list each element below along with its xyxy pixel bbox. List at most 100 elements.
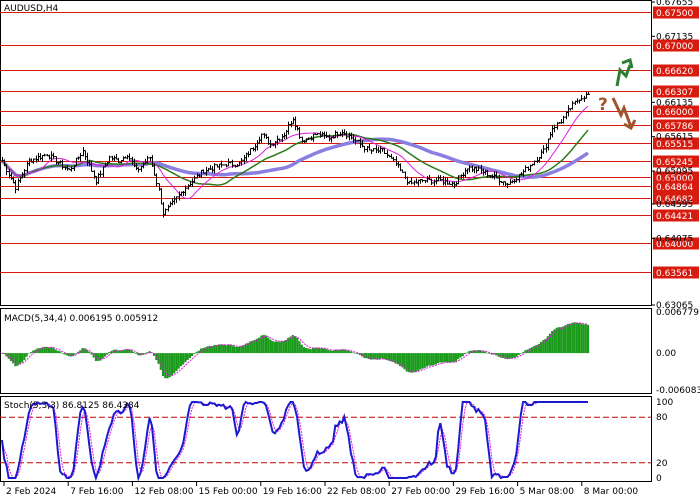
macd-bar bbox=[217, 344, 221, 354]
macd-bar bbox=[300, 344, 303, 354]
macd-bar bbox=[237, 346, 241, 354]
macd-bar bbox=[314, 348, 317, 354]
macd-bar bbox=[101, 353, 104, 359]
macd-bar bbox=[322, 348, 326, 354]
stoch-main-line bbox=[1, 400, 588, 482]
macd-bar bbox=[56, 350, 60, 354]
macd-bar bbox=[47, 347, 51, 354]
macd-bar bbox=[106, 353, 109, 355]
macd-bar bbox=[419, 353, 422, 370]
macd-bar bbox=[481, 351, 484, 354]
macd-bar bbox=[325, 349, 328, 354]
macd-bar bbox=[463, 353, 467, 355]
stoch-tick-label: 100 bbox=[656, 398, 673, 408]
macd-bar bbox=[83, 348, 86, 354]
stoch-label: Stoch(5,3,3) 86.8125 86.4384 bbox=[4, 401, 140, 411]
macd-bar bbox=[173, 353, 176, 374]
macd-bar bbox=[50, 347, 53, 354]
macd-bar bbox=[432, 353, 435, 366]
macd-bar bbox=[414, 353, 417, 373]
macd-bar bbox=[441, 353, 444, 363]
macd-bar bbox=[331, 350, 335, 354]
macd-bar bbox=[168, 353, 171, 378]
macd-bar bbox=[52, 347, 55, 354]
macd-bar bbox=[302, 347, 306, 354]
time-label: 15 Feb 00:00 bbox=[199, 487, 258, 497]
macd-bar bbox=[560, 327, 563, 354]
macd-bar bbox=[25, 353, 28, 357]
level-price-label: 0.65786 bbox=[656, 122, 693, 132]
macd-bar bbox=[311, 348, 314, 354]
macd-bar bbox=[59, 351, 62, 354]
price-tick-label: 0.64595 bbox=[656, 200, 693, 210]
macd-bar bbox=[553, 329, 556, 354]
chart-canvas[interactable]: 0.67500 0.67000 0.66620 0.66307 0.66000 0.657… bbox=[0, 0, 700, 500]
level-price-label: 0.67500 bbox=[656, 9, 693, 19]
macd-bar bbox=[510, 353, 514, 359]
macd-bar bbox=[282, 341, 285, 354]
macd-bar bbox=[517, 353, 520, 355]
time-label: 7 Feb 16:00 bbox=[70, 487, 124, 497]
stoch-tick-label: 20 bbox=[656, 459, 668, 469]
macd-bar bbox=[434, 353, 438, 365]
time-label: 12 Feb 08:00 bbox=[134, 487, 193, 497]
macd-bar bbox=[164, 353, 167, 379]
time-axis: 2 Feb 2024 7 Feb 16:00 12 Feb 08:00 15 Feb … bbox=[3, 482, 638, 497]
macd-bar bbox=[329, 350, 332, 354]
time-label: 22 Feb 08:00 bbox=[327, 487, 386, 497]
macd-bar bbox=[488, 353, 491, 354]
macd-bar bbox=[21, 353, 24, 363]
macd-bar bbox=[298, 341, 301, 354]
macd-bar bbox=[437, 353, 440, 364]
macd-bar bbox=[193, 353, 196, 354]
zigzag-down-arrow-icon bbox=[611, 97, 637, 131]
stoch-axis-ticks: 100 80 20 0 bbox=[656, 398, 673, 484]
macd-bar bbox=[186, 353, 189, 360]
macd-bar bbox=[378, 353, 382, 359]
macd-bar bbox=[569, 323, 572, 354]
macd-axis-ticks: 0.006779 0.00 -0.006083 bbox=[656, 308, 700, 396]
macd-bar bbox=[88, 351, 91, 354]
macd-bar bbox=[425, 353, 429, 367]
macd-bar bbox=[184, 353, 187, 363]
macd-bar bbox=[445, 353, 449, 363]
macd-bar bbox=[280, 341, 283, 354]
macd-bar bbox=[423, 353, 426, 368]
macd-bar bbox=[240, 346, 243, 354]
time-label: 19 Feb 16:00 bbox=[263, 487, 322, 497]
macd-bar bbox=[457, 353, 460, 360]
macd-bar bbox=[191, 353, 194, 357]
macd-bar bbox=[515, 353, 518, 357]
macd-bar bbox=[557, 327, 561, 354]
macd-bar bbox=[454, 353, 458, 362]
price-tick-label: 0.66135 bbox=[656, 98, 693, 108]
macd-bar bbox=[564, 325, 567, 354]
macd-bar bbox=[231, 345, 234, 354]
macd-bar bbox=[284, 339, 288, 354]
macd-bar bbox=[448, 353, 451, 363]
ma-mid-line bbox=[1, 129, 589, 186]
macd-bar bbox=[412, 353, 415, 373]
macd-bar bbox=[226, 344, 230, 354]
stoch-tick-label: 80 bbox=[656, 413, 668, 423]
macd-bar bbox=[170, 353, 174, 376]
level-price-label: 0.63561 bbox=[656, 269, 693, 279]
macd-bar bbox=[175, 353, 178, 371]
macd-bar bbox=[211, 346, 214, 354]
macd-bar bbox=[466, 352, 469, 354]
macd-bar bbox=[316, 347, 319, 354]
macd-bar bbox=[85, 350, 89, 354]
macd-bar bbox=[224, 345, 227, 354]
macd-bar bbox=[374, 353, 377, 360]
macd-bar bbox=[135, 353, 138, 354]
macd-bar bbox=[74, 353, 77, 354]
macd-bar bbox=[291, 335, 294, 354]
macd-bar bbox=[269, 339, 272, 354]
macd-tick-label: -0.006083 bbox=[656, 386, 700, 396]
macd-bar bbox=[103, 353, 106, 357]
macd-bar bbox=[18, 353, 21, 365]
macd-bar bbox=[352, 352, 355, 354]
stoch-tick-label: 0 bbox=[656, 474, 662, 484]
macd-bar bbox=[577, 322, 581, 354]
macd-bar bbox=[428, 353, 431, 366]
